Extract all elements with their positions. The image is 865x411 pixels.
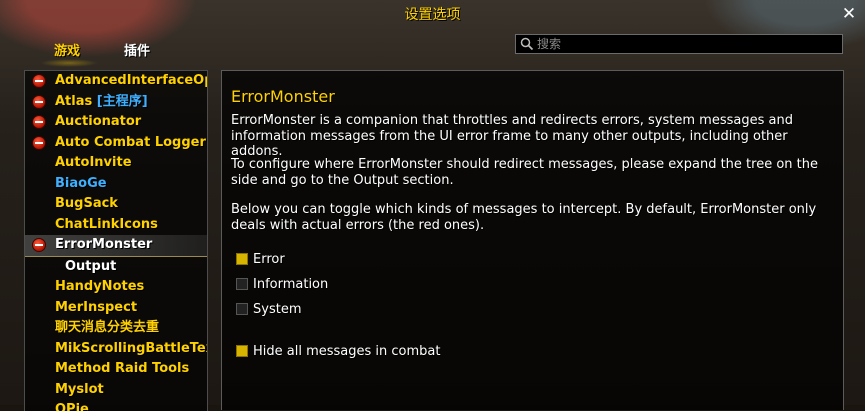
sidebar-item-advancedinterfaceoptions[interactable]: AdvancedInterfaceOp... (25, 71, 207, 92)
options-panel: ErrorMonster ErrorMonster is a companion… (221, 70, 844, 410)
sidebar-item-merinspect[interactable]: MerInspect (25, 298, 207, 319)
description-paragraph: To configure where ErrorMonster should r… (231, 157, 818, 188)
hide-in-combat-checkbox[interactable] (236, 345, 248, 357)
sidebar-item-method-raid-tools[interactable]: Method Raid Tools (25, 359, 207, 380)
option-hide-in-combat[interactable]: Hide all messages in combat (236, 342, 440, 360)
option-information[interactable]: Information (236, 275, 328, 293)
sidebar-item-errormonster[interactable]: ErrorMonster (25, 235, 207, 257)
sidebar-item-label: Auctionator (55, 114, 142, 129)
option-label: Hide all messages in combat (253, 343, 441, 359)
sidebar-item-label: MerInspect (55, 299, 138, 315)
description-paragraph: Below you can toggle which kinds of mess… (231, 202, 817, 233)
sidebar-item-bugsack[interactable]: BugSack (25, 194, 207, 215)
window-title: 设置选项 (404, 7, 461, 23)
option-label: Error (253, 251, 285, 267)
collapse-icon[interactable] (32, 135, 46, 150)
sidebar-item-label: 聊天消息分类去重 (55, 320, 160, 335)
sidebar-item-suffix: [主程序] (96, 93, 148, 109)
panel-title: ErrorMonster (231, 87, 335, 106)
sidebar-item-atlas[interactable]: Atlas [主程序] (25, 92, 207, 113)
search-box[interactable] (515, 34, 843, 54)
sidebar-item-opie[interactable]: OPie (25, 400, 207, 411)
sidebar-item-label: BugSack (55, 196, 118, 211)
sidebar-item-label: Method Raid Tools (55, 361, 190, 376)
addon-list[interactable]: AdvancedInterfaceOp... Atlas [主程序] Aucti… (24, 70, 208, 411)
system-checkbox[interactable] (236, 303, 248, 315)
sidebar-item-handynotes[interactable]: HandyNotes (25, 277, 207, 298)
option-system[interactable]: System (236, 300, 301, 318)
tab-addons[interactable]: 插件 (124, 40, 150, 59)
option-error[interactable]: Error (236, 250, 285, 268)
close-icon[interactable]: ✕ (839, 4, 859, 24)
sidebar-item-biaoge[interactable]: BiaoGe (25, 174, 207, 195)
sidebar-item-auctionator[interactable]: Auctionator (25, 112, 207, 133)
sidebar-item-auto-combat-logger[interactable]: Auto Combat Logger (25, 133, 207, 154)
sidebar-item-chatlinkicons[interactable]: ChatLinkIcons (25, 215, 207, 236)
sidebar-item-chat-dedupe[interactable]: 聊天消息分类去重 (25, 318, 207, 339)
sidebar-item-output[interactable]: Output (25, 257, 207, 278)
sidebar-item-label: AdvancedInterfaceOp... (55, 73, 207, 88)
description-paragraph: ErrorMonster is a companion that throttl… (231, 113, 793, 159)
sidebar-item-label: Myslot (55, 381, 104, 397)
sidebar-item-myslot[interactable]: Myslot (25, 380, 207, 401)
collapse-icon[interactable] (32, 94, 46, 109)
sidebar-item-autoinvite[interactable]: AutoInvite (25, 153, 207, 174)
collapse-icon[interactable] (32, 115, 46, 129)
collapse-icon[interactable] (32, 238, 46, 252)
information-checkbox[interactable] (236, 278, 248, 290)
sidebar-item-label: MikScrollingBattleText (55, 340, 208, 356)
sidebar-item-label: Auto Combat Logger (55, 134, 206, 150)
tab-game[interactable]: 游戏 (54, 40, 80, 59)
option-label: System (253, 301, 302, 317)
active-tab-highlight (40, 59, 98, 67)
sidebar-item-label: Atlas (55, 93, 93, 109)
error-checkbox[interactable] (236, 253, 248, 265)
sidebar-item-label: HandyNotes (55, 279, 145, 294)
option-label: Information (253, 276, 329, 292)
sidebar-item-label: ErrorMonster (55, 237, 153, 252)
sidebar-item-label: AutoInvite (55, 155, 132, 170)
sidebar-item-label: Output (65, 258, 117, 274)
collapse-icon[interactable] (32, 74, 46, 88)
sidebar-item-label: BiaoGe (55, 175, 107, 191)
search-input[interactable] (537, 37, 842, 51)
search-icon (520, 37, 534, 51)
sidebar-item-label: OPie (55, 402, 89, 411)
sidebar-item-label: ChatLinkIcons (55, 216, 158, 232)
sidebar-item-mikscrollingbattletext[interactable]: MikScrollingBattleText (25, 339, 207, 360)
